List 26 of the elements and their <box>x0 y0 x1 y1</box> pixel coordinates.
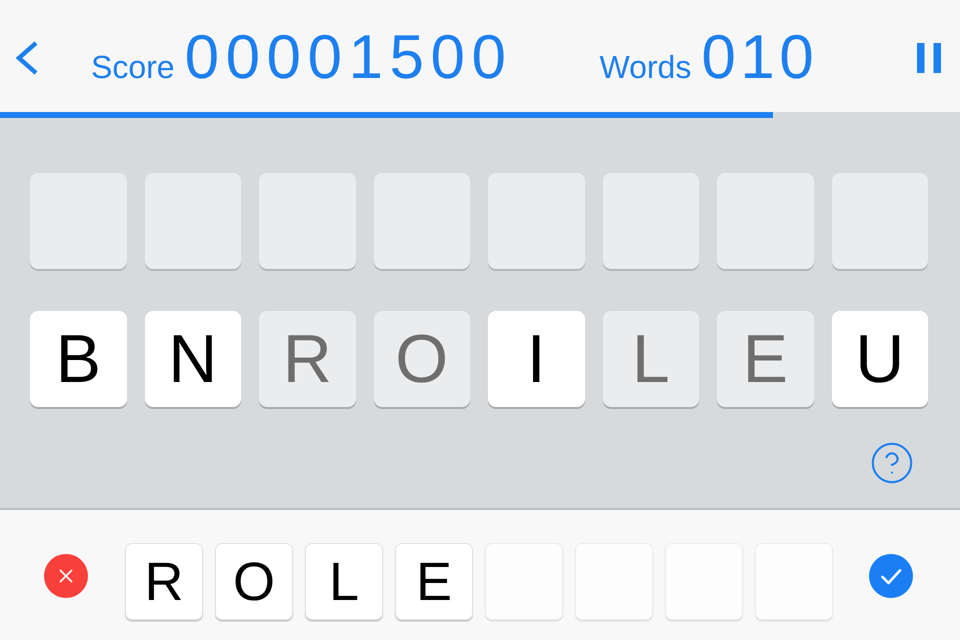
letter-tile[interactable]: U <box>832 311 928 407</box>
clear-button[interactable] <box>44 554 88 598</box>
score-value: 00001500 <box>184 27 512 89</box>
submit-button[interactable] <box>869 554 913 598</box>
words-value: 010 <box>701 27 818 89</box>
letter-tile[interactable]: N <box>144 311 241 407</box>
letter-tile[interactable]: O <box>374 311 470 407</box>
close-icon <box>44 554 88 598</box>
score-label: Score <box>91 51 175 83</box>
letter-tile[interactable]: L <box>602 311 699 407</box>
letter-tile[interactable]: E <box>717 311 814 407</box>
answer-tile[interactable]: O <box>215 543 293 620</box>
letter-tile[interactable]: I <box>488 311 584 407</box>
chevron-icon <box>14 40 40 76</box>
answer-tile[interactable]: E <box>395 543 473 620</box>
answer-tile[interactable]: R <box>125 543 203 620</box>
help-button[interactable] <box>869 440 915 486</box>
check-icon <box>869 554 913 598</box>
answer-tile[interactable]: L <box>305 543 383 620</box>
help-icon <box>869 440 915 486</box>
pause-button[interactable] <box>917 43 941 73</box>
pause-icon <box>917 43 941 73</box>
letter-tile[interactable]: B <box>30 311 126 407</box>
back-button[interactable] <box>14 40 40 76</box>
letter-tile[interactable]: R <box>259 311 356 407</box>
words-label: Words <box>599 51 692 83</box>
